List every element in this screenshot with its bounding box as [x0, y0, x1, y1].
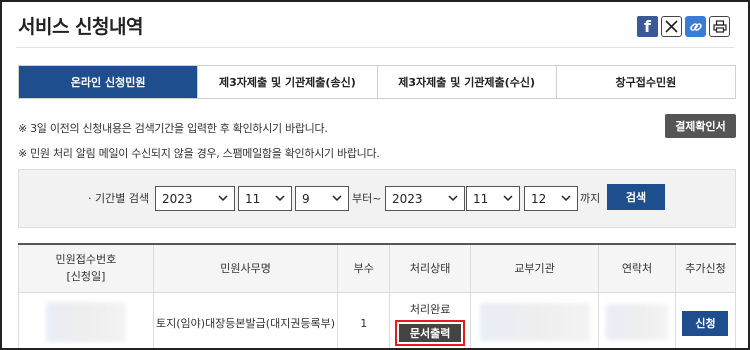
- cell-receipt-number: [18, 291, 154, 348]
- header-contact: 연락처: [598, 243, 676, 293]
- header-status: 처리상태: [389, 243, 472, 293]
- payment-confirmation-button[interactable]: 결제확인서: [665, 114, 736, 138]
- header-application-date-label: [신청일]: [66, 270, 106, 284]
- cell-issuing-agency: [470, 291, 600, 348]
- tab-third-party-sent[interactable]: 제3자제출 및 기관제출(송신): [197, 66, 377, 98]
- redacted-contact: [606, 303, 668, 340]
- cell-contact: [598, 291, 676, 348]
- tab-counter-applications[interactable]: 창구접수민원: [555, 66, 735, 98]
- table-row: 토지(임야)대장등본발급(대지권등록부) 1 처리완료 문서출력 신청: [18, 291, 737, 348]
- title-divider: [16, 47, 734, 48]
- tab-online-applications[interactable]: 온라인 신청민원: [19, 66, 198, 98]
- chevron-down-icon: [218, 195, 228, 202]
- highlight-box: 문서출력: [395, 319, 466, 346]
- to-day-select[interactable]: 12: [524, 186, 578, 211]
- header-copies: 부수: [337, 243, 391, 293]
- to-year-value: 2023: [392, 191, 423, 206]
- period-search-label: · 기간별 검색: [88, 192, 150, 205]
- header-additional-apply: 추가신청: [674, 243, 737, 293]
- from-day-select[interactable]: 9: [295, 186, 349, 211]
- to-month-select[interactable]: 11: [466, 186, 520, 211]
- period-search-panel: · 기간별 검색 2023 11 9 부터~ 2023 11 12 까지 검색: [18, 169, 736, 228]
- header-affair-name: 민원사무명: [152, 243, 339, 293]
- notice-spam-mail: ※ 민원 처리 알림 메일이 수신되지 않을 경우, 스팸메일함을 확인하시기 …: [18, 147, 380, 160]
- from-year-value: 2023: [162, 191, 193, 206]
- cell-status: 처리완료 문서출력: [389, 291, 472, 348]
- cell-affair-name: 토지(임야)대장등본발급(대지권등록부): [152, 291, 339, 348]
- to-month-value: 11: [473, 191, 489, 206]
- chevron-down-icon: [448, 195, 458, 202]
- chevron-down-icon: [275, 195, 285, 202]
- search-button[interactable]: 검색: [607, 184, 665, 210]
- x-share-icon[interactable]: [661, 16, 682, 37]
- from-month-value: 11: [245, 191, 261, 206]
- apply-button[interactable]: 신청: [682, 310, 729, 336]
- redacted-agency: [479, 302, 590, 341]
- status-text: 처리완료: [409, 302, 451, 316]
- from-suffix-text: 부터~: [352, 192, 382, 205]
- notice-search-period: ※ 3일 이전의 신청내용은 검색기간을 입력한 후 확인하시기 바랍니다.: [18, 122, 328, 135]
- redacted-receipt-number: [45, 301, 126, 342]
- document-print-button[interactable]: 문서출력: [399, 323, 462, 342]
- to-day-value: 12: [531, 191, 547, 206]
- cell-additional-apply: 신청: [674, 291, 737, 348]
- from-day-value: 9: [302, 191, 310, 206]
- chevron-down-icon: [503, 195, 513, 202]
- chevron-down-icon: [561, 195, 571, 202]
- table-header-row: 민원접수번호 [신청일] 민원사무명 부수 처리상태 교부기관 연락처 추가신청: [18, 243, 737, 293]
- window-frame: 서비스 신청내역 f 온라인 신청민원 제3자제출 및 기관제출(송신) 제3자…: [0, 0, 750, 350]
- application-table: 민원접수번호 [신청일] 민원사무명 부수 처리상태 교부기관 연락처 추가신청…: [18, 243, 737, 348]
- to-year-select[interactable]: 2023: [385, 186, 465, 211]
- from-year-select[interactable]: 2023: [155, 186, 235, 211]
- tab-bar: 온라인 신청민원 제3자제출 및 기관제출(송신) 제3자제출 및 기관제출(수…: [18, 65, 736, 99]
- cell-copies: 1: [337, 291, 391, 348]
- chevron-down-icon: [332, 195, 342, 202]
- header-issuing-agency: 교부기관: [470, 243, 600, 293]
- link-copy-icon[interactable]: [685, 16, 706, 37]
- from-month-select[interactable]: 11: [238, 186, 292, 211]
- header-receipt-number: 민원접수번호 [신청일]: [18, 243, 154, 293]
- tab-third-party-received[interactable]: 제3자제출 및 기관제출(수신): [376, 66, 556, 98]
- header-receipt-number-label: 민원접수번호: [55, 253, 117, 267]
- to-suffix-text: 까지: [580, 192, 601, 205]
- print-icon[interactable]: [709, 16, 730, 37]
- facebook-share-icon[interactable]: f: [637, 16, 658, 37]
- page-title: 서비스 신청내역: [18, 16, 143, 38]
